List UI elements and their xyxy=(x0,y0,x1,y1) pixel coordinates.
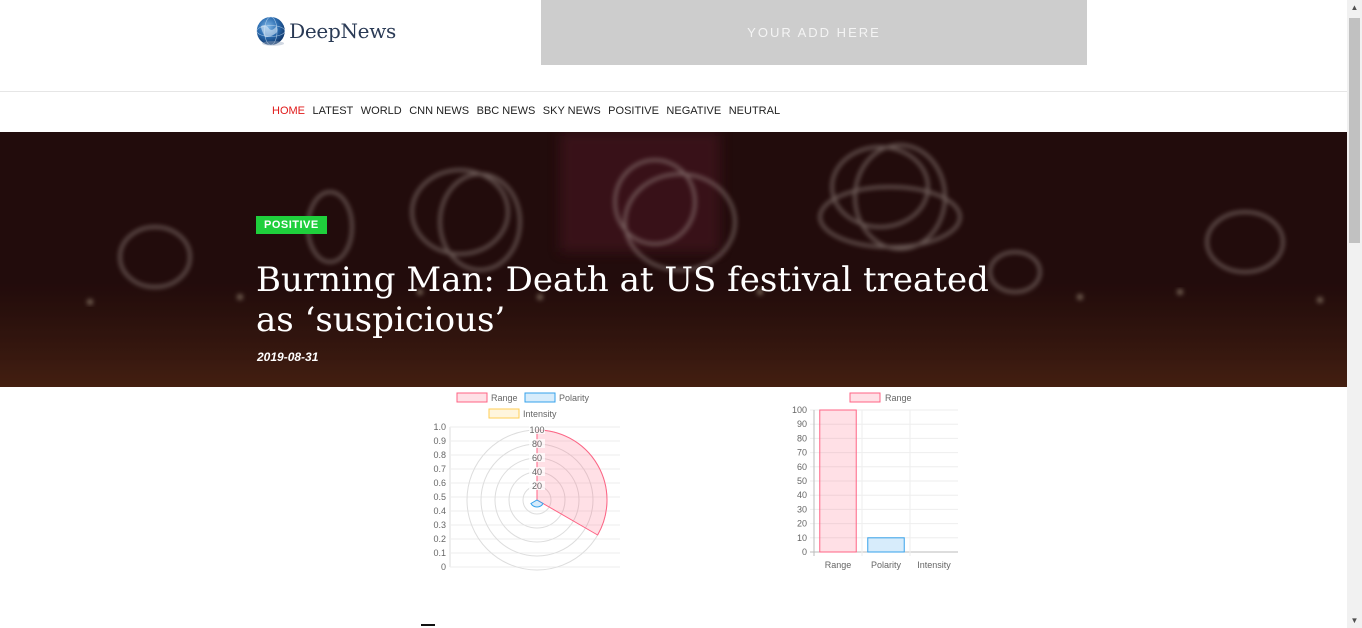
nav-sky-news[interactable]: SKY NEWS xyxy=(543,103,601,119)
bar-x-tick-label: Range xyxy=(825,560,852,570)
polar-segment-range xyxy=(536,429,608,536)
nav-cnn-news[interactable]: CNN NEWS xyxy=(409,103,469,119)
polar-y-tick-label: 0 xyxy=(441,562,446,572)
nav-bbc-news[interactable]: BBC NEWS xyxy=(477,103,536,119)
bar-y-tick-label: 10 xyxy=(797,533,807,543)
page: DeepNews YOUR ADD HERE HOME LATEST WORLD… xyxy=(0,0,1347,628)
polar-y-tick-label: 0.2 xyxy=(433,534,446,544)
nav-world[interactable]: WORLD xyxy=(361,103,402,119)
bar-y-tick-label: 70 xyxy=(797,448,807,458)
polar-y-tick-label: 0.8 xyxy=(433,450,446,460)
legend-label-range: Range xyxy=(885,393,912,403)
legend-label-range: Range xyxy=(491,393,518,403)
sentiment-badge[interactable]: POSITIVE xyxy=(256,216,327,234)
legend-label-polarity: Polarity xyxy=(559,393,590,403)
polar-area-chart: Range PolarityIntensity 0 0.1 0.2 0.3 0.4 0.5 0.… xyxy=(433,392,620,572)
section-heading-marker xyxy=(421,624,435,626)
scroll-down-arrow-icon[interactable]: ▼ xyxy=(1347,613,1362,628)
brand-name: DeepNews xyxy=(289,19,396,43)
legend-swatch-range xyxy=(456,392,488,403)
page-scrollbar[interactable]: ▲ ▼ xyxy=(1347,0,1362,628)
polar-y-tick-label: 0.7 xyxy=(433,464,446,474)
article-date: 2019-08-31 xyxy=(257,350,319,364)
main-nav: HOME LATEST WORLD CNN NEWS BBC NEWS SKY … xyxy=(272,103,788,119)
nav-negative[interactable]: NEGATIVE xyxy=(666,103,721,119)
bar-x-tick-label: Polarity xyxy=(871,560,902,570)
bar-y-tick-label: 60 xyxy=(797,462,807,472)
polar-radial-tick-label: 60 xyxy=(532,453,542,463)
polar-y-tick-label: 1.0 xyxy=(433,422,446,432)
bar-y-tick-label: 100 xyxy=(792,405,807,415)
polar-y-tick-label: 0.3 xyxy=(433,520,446,530)
bar-chart: Range 0 10 20 30 40 50 60 70 80 90 100 Range Polarity… xyxy=(792,392,958,570)
ad-text: YOUR ADD HERE xyxy=(747,25,881,40)
bar-y-tick-label: 20 xyxy=(797,519,807,529)
legend-swatch-range xyxy=(849,392,881,403)
header-divider xyxy=(0,91,1347,92)
nav-home[interactable]: HOME xyxy=(272,103,305,119)
bar-y-tick-label: 40 xyxy=(797,490,807,500)
bar-y-tick-label: 90 xyxy=(797,419,807,429)
polar-radial-tick-label: 20 xyxy=(532,481,542,491)
scroll-up-arrow-icon[interactable]: ▲ xyxy=(1347,0,1362,15)
bar-y-tick-label: 30 xyxy=(797,504,807,514)
bar-x-tick-label: Intensity xyxy=(917,560,951,570)
bar-y-tick-label: 0 xyxy=(802,547,807,557)
legend-label-intensity: Intensity xyxy=(523,409,557,419)
polar-y-tick-label: 0.5 xyxy=(433,492,446,502)
polar-radial-tick-label: 40 xyxy=(532,467,542,477)
ad-banner[interactable]: YOUR ADD HERE xyxy=(541,0,1087,65)
legend-swatch-intensity xyxy=(488,408,520,419)
bar-y-tick-label: 80 xyxy=(797,433,807,443)
hero-banner[interactable]: POSITIVE Burning Man: Death at US festiv… xyxy=(0,132,1347,387)
polar-y-tick-label: 0.4 xyxy=(433,506,446,516)
nav-neutral[interactable]: NEUTRAL xyxy=(729,103,780,119)
polar-radial-tick-label: 80 xyxy=(532,439,542,449)
polar-radial-tick-label: 100 xyxy=(529,425,544,435)
site-logo[interactable]: DeepNews xyxy=(256,10,396,52)
polar-y-tick-label: 0.9 xyxy=(433,436,446,446)
legend-swatch-polarity xyxy=(524,392,556,403)
article-title[interactable]: Burning Man: Death at US festival treate… xyxy=(256,260,1016,340)
scrollbar-thumb[interactable] xyxy=(1349,18,1360,243)
bar-y-tick-label: 50 xyxy=(797,476,807,486)
polar-y-tick-label: 0.1 xyxy=(433,548,446,558)
bar-range xyxy=(819,409,857,553)
nav-positive[interactable]: POSITIVE xyxy=(608,103,659,119)
nav-latest[interactable]: LATEST xyxy=(313,103,354,119)
polar-y-tick-label: 0.6 xyxy=(433,478,446,488)
globe-icon xyxy=(256,16,286,46)
bar-polarity xyxy=(867,537,905,553)
